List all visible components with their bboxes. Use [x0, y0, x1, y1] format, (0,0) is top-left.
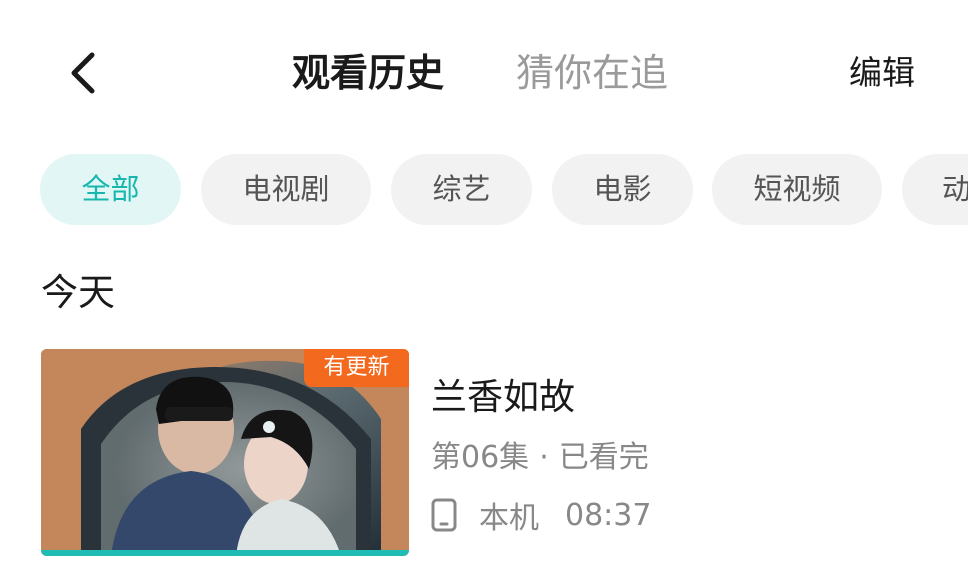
filter-chip-all[interactable]: 全部	[40, 154, 181, 225]
filter-chip-anime[interactable]: 动	[902, 154, 968, 225]
filter-chip-movie[interactable]: 电影	[552, 154, 693, 225]
item-episode-status: 第06集 · 已看完	[431, 437, 649, 479]
filter-chips: 全部 电视剧 综艺 电影 短视频 动	[40, 154, 968, 225]
item-title: 兰香如故	[431, 377, 576, 418]
device-label: 本机	[479, 501, 539, 536]
tab-watch-history[interactable]: 观看历史	[292, 46, 444, 100]
episode-label: 第06集	[431, 440, 530, 475]
history-item[interactable]: 有更新 兰香如故 第06集 · 已看完 本机 08:37	[41, 349, 941, 559]
edit-button[interactable]: 编辑	[849, 50, 915, 96]
filter-chip-variety[interactable]: 综艺	[391, 154, 532, 225]
watch-status: 已看完	[558, 440, 649, 475]
filter-chip-tv-series[interactable]: 电视剧	[201, 154, 371, 225]
filter-chip-short-video[interactable]: 短视频	[712, 154, 882, 225]
item-device-info: 本机 08:37	[431, 494, 651, 536]
watch-progress-fill	[41, 550, 409, 556]
chevron-left-icon	[71, 52, 95, 94]
back-button[interactable]	[58, 48, 108, 98]
section-title-today: 今天	[41, 271, 115, 314]
watch-time: 08:37	[565, 497, 652, 533]
tab-guess-you-follow[interactable]: 猜你在追	[516, 46, 668, 100]
video-thumbnail[interactable]: 有更新	[41, 349, 409, 556]
watch-progress-bar	[41, 550, 409, 556]
separator-dot: ·	[539, 440, 549, 475]
watch-history-page: 观看历史 猜你在追 编辑 全部 电视剧 综艺 电影 短视频 动 今天 有更新 兰…	[0, 0, 968, 580]
update-badge: 有更新	[304, 349, 409, 387]
phone-icon	[431, 498, 457, 532]
top-bar: 观看历史 猜你在追 编辑	[0, 0, 968, 150]
